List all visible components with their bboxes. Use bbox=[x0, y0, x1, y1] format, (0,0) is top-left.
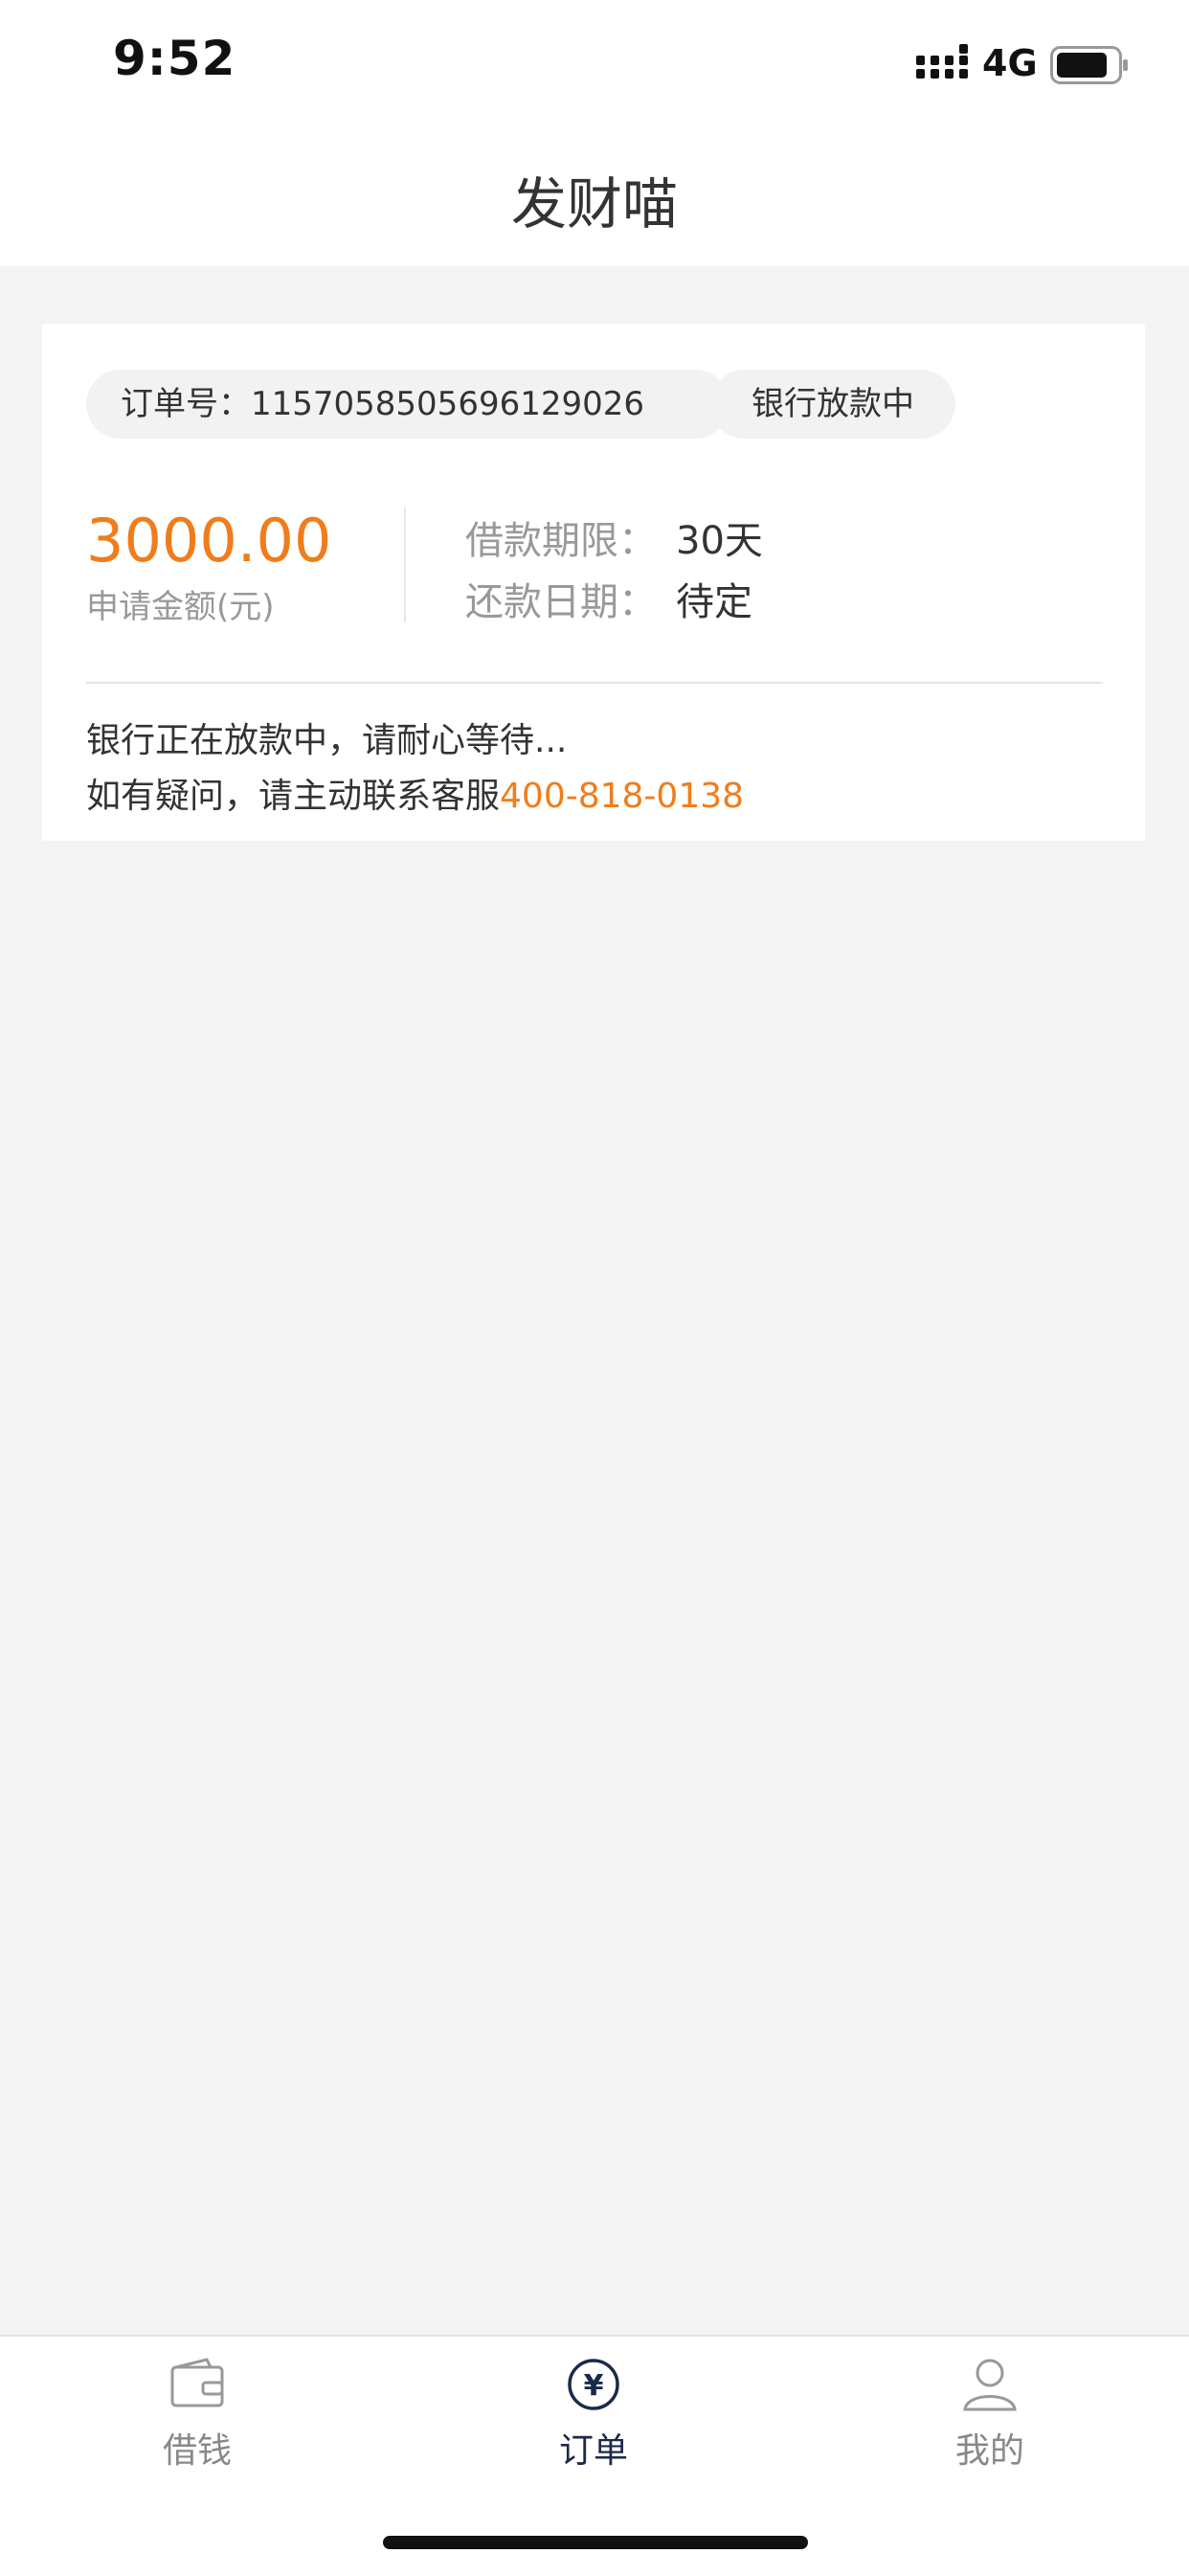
loan-term-value: 30天 bbox=[676, 519, 763, 563]
contact-message: 如有疑问，请主动联系客服400-818-0138 bbox=[86, 768, 744, 818]
loan-term-row: 借款期限： 30天 bbox=[465, 509, 763, 565]
repay-date-row: 还款日期： 待定 bbox=[465, 571, 752, 626]
status-time: 9:52 bbox=[113, 31, 236, 86]
page-title: 发财喵 bbox=[510, 171, 678, 237]
status-badge: 银行放款中 bbox=[710, 370, 955, 439]
loan-term-label: 借款期限： bbox=[465, 519, 657, 563]
service-phone-link[interactable]: 400-818-0138 bbox=[500, 777, 744, 816]
contact-prefix: 如有疑问，请主动联系客服 bbox=[86, 777, 501, 816]
loan-amount: 3000.00 bbox=[86, 506, 332, 576]
order-card[interactable]: 订单号：1157058505696129026 银行放款中 3000.00 申请… bbox=[42, 324, 1145, 841]
tab-borrow[interactable]: 借钱 bbox=[101, 2356, 293, 2473]
signal-icon bbox=[916, 44, 968, 79]
svg-text:¥: ¥ bbox=[584, 2369, 604, 2403]
vertical-divider bbox=[404, 508, 406, 622]
network-type: 4G bbox=[982, 42, 1038, 84]
tab-order-label: 订单 bbox=[558, 2431, 628, 2471]
loan-amount-label: 申请金额(元) bbox=[86, 588, 275, 626]
tab-borrow-label: 借钱 bbox=[162, 2431, 232, 2471]
user-icon bbox=[963, 2359, 1017, 2411]
top-area: 9:52 4G 发财喵 bbox=[0, 0, 1189, 266]
battery-icon bbox=[1050, 46, 1128, 84]
home-indicator[interactable] bbox=[383, 2536, 808, 2549]
horizontal-divider bbox=[86, 682, 1103, 684]
repay-date-value: 待定 bbox=[676, 580, 752, 624]
repay-date-label: 还款日期： bbox=[465, 580, 657, 624]
yen-icon: ¥ bbox=[568, 2359, 619, 2410]
tab-me[interactable]: 我的 bbox=[894, 2356, 1086, 2473]
wallet-icon bbox=[170, 2358, 224, 2407]
order-number-badge: 订单号：1157058505696129026 bbox=[86, 370, 729, 439]
tab-order[interactable]: ¥ 订单 bbox=[498, 2356, 689, 2473]
tab-me-label: 我的 bbox=[954, 2431, 1024, 2471]
status-message: 银行正在放款中，请耐心等待... bbox=[86, 721, 568, 760]
